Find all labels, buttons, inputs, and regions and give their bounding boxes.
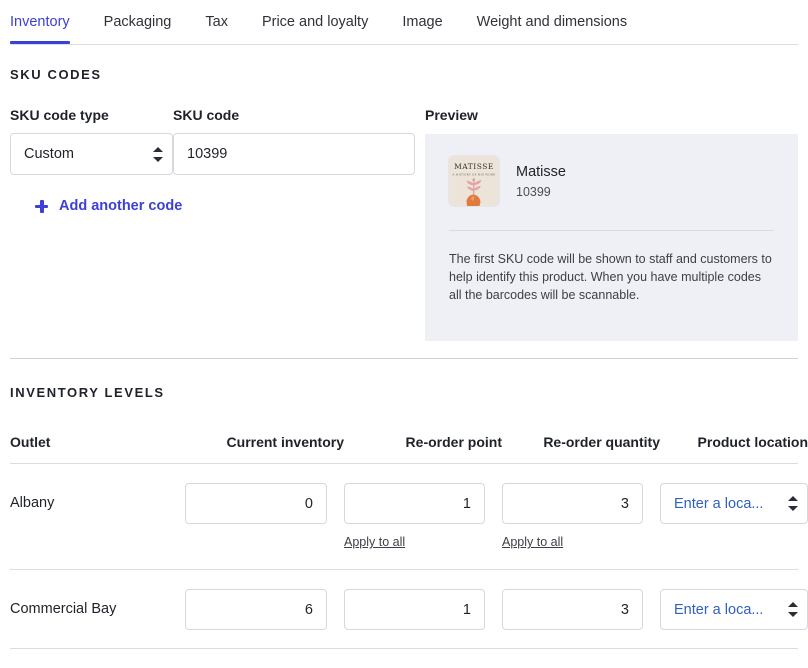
inventory-table: Outlet Current inventory Re-order point … bbox=[10, 433, 808, 649]
caret-down-icon bbox=[152, 156, 163, 162]
add-another-code-label: Add another code bbox=[59, 198, 183, 214]
sku-code-label: SKU code bbox=[173, 107, 240, 123]
tab-weight-and-dimensions[interactable]: Weight and dimensions bbox=[477, 0, 627, 44]
preview-panel: MATISSE A HISTORY OF HIS WORK Matisse 10… bbox=[425, 134, 798, 341]
row-product-location-cell: Enter a loca... bbox=[660, 589, 808, 630]
row-reorder-quantity-cell: Apply to all bbox=[502, 483, 660, 551]
tab-price-and-loyalty[interactable]: Price and loyalty bbox=[262, 0, 368, 44]
stepper-arrows-icon[interactable] bbox=[786, 602, 799, 617]
reorder-quantity-input[interactable] bbox=[502, 483, 643, 524]
table-row: Albany Apply to all Apply to all bbox=[10, 464, 808, 570]
product-sku-code: 10399 bbox=[516, 184, 551, 199]
product-thumbnail-image: MATISSE A HISTORY OF HIS WORK bbox=[449, 156, 499, 206]
stepper-arrows-icon[interactable] bbox=[151, 146, 164, 162]
sku-codes-form: SKU code type SKU code Custom Add anothe… bbox=[10, 106, 415, 341]
inventory-levels-heading: INVENTORY LEVELS bbox=[10, 385, 165, 400]
tab-packaging[interactable]: Packaging bbox=[104, 0, 172, 44]
table-row: Commercial Bay Enter a loca... bbox=[10, 570, 808, 649]
column-header-current-inventory: Current inventory bbox=[226, 434, 344, 450]
tab-inventory[interactable]: Inventory bbox=[10, 0, 70, 44]
inventory-levels-section: INVENTORY LEVELS Outlet Current inventor… bbox=[0, 359, 808, 649]
apply-to-all-reorder-point-link[interactable]: Apply to all bbox=[344, 535, 405, 550]
reorder-point-input[interactable] bbox=[344, 589, 485, 630]
inventory-table-header: Outlet Current inventory Re-order point … bbox=[10, 433, 808, 464]
stepper-arrows-icon[interactable] bbox=[786, 496, 799, 511]
preview-title: Preview bbox=[425, 107, 478, 123]
apply-to-all-reorder-quantity-link[interactable]: Apply to all bbox=[502, 535, 563, 550]
sku-codes-section: SKU CODES SKU code type SKU code Custom bbox=[0, 45, 808, 341]
plus-icon bbox=[35, 199, 48, 213]
row-reorder-point-cell: Apply to all bbox=[344, 483, 502, 551]
current-inventory-input[interactable] bbox=[185, 589, 327, 630]
sku-field-labels: SKU code type SKU code bbox=[10, 106, 415, 124]
sku-code-type-select[interactable]: Custom bbox=[10, 133, 173, 175]
product-location-placeholder: Enter a loca... bbox=[674, 495, 764, 512]
svg-text:A HISTORY OF HIS WORK: A HISTORY OF HIS WORK bbox=[452, 173, 497, 177]
preview-divider bbox=[449, 230, 774, 231]
column-header-reorder-quantity: Re-order quantity bbox=[543, 434, 660, 450]
tab-bar: Inventory Packaging Tax Price and loyalt… bbox=[0, 0, 808, 45]
outlet-name: Albany bbox=[10, 495, 55, 511]
caret-up-icon bbox=[787, 602, 798, 607]
preview-help-text: The first SKU code will be shown to staf… bbox=[449, 252, 772, 302]
apply-to-all-wrap: Apply to all bbox=[502, 524, 643, 551]
column-header-outlet: Outlet bbox=[10, 434, 51, 450]
column-header-reorder-point: Re-order point bbox=[405, 434, 502, 450]
product-meta: Matisse 10399 bbox=[516, 163, 566, 200]
caret-down-icon bbox=[787, 612, 798, 617]
row-reorder-quantity-cell bbox=[502, 589, 660, 630]
svg-text:MATISSE: MATISSE bbox=[454, 162, 494, 171]
row-product-location-cell: Enter a loca... bbox=[660, 483, 808, 550]
product-location-select[interactable]: Enter a loca... bbox=[660, 589, 808, 630]
sku-code-type-label: SKU code type bbox=[10, 107, 109, 123]
preview-product: MATISSE A HISTORY OF HIS WORK Matisse 10… bbox=[449, 156, 774, 206]
tab-tax[interactable]: Tax bbox=[205, 0, 228, 44]
row-reorder-point-cell bbox=[344, 589, 502, 630]
sku-code-type-value: Custom bbox=[24, 146, 74, 162]
caret-up-icon bbox=[152, 146, 163, 152]
current-inventory-input[interactable] bbox=[185, 483, 327, 524]
caret-up-icon bbox=[787, 496, 798, 501]
apply-to-all-wrap: Apply to all bbox=[344, 524, 485, 551]
outlet-name: Commercial Bay bbox=[10, 601, 117, 617]
row-outlet-cell: Albany bbox=[10, 483, 185, 512]
product-location-placeholder: Enter a loca... bbox=[674, 601, 764, 618]
caret-down-icon bbox=[787, 506, 798, 511]
row-current-inventory-cell bbox=[185, 483, 344, 550]
row-current-inventory-cell bbox=[185, 589, 344, 630]
sku-codes-body: SKU code type SKU code Custom Add anothe… bbox=[10, 106, 798, 341]
column-header-product-location: Product location bbox=[697, 434, 808, 450]
product-location-select[interactable]: Enter a loca... bbox=[660, 483, 808, 524]
product-name: Matisse bbox=[516, 163, 566, 180]
add-another-code-button[interactable]: Add another code bbox=[35, 198, 182, 214]
reorder-quantity-input[interactable] bbox=[502, 589, 643, 630]
sku-preview-area: Preview MATISSE A HISTORY OF HIS WORK Ma… bbox=[425, 106, 798, 341]
row-outlet-cell: Commercial Bay bbox=[10, 589, 185, 618]
sku-field-row: Custom bbox=[10, 133, 415, 175]
sku-code-input[interactable] bbox=[173, 133, 415, 175]
reorder-point-input[interactable] bbox=[344, 483, 485, 524]
tab-image[interactable]: Image bbox=[402, 0, 442, 44]
sku-codes-heading: SKU CODES bbox=[10, 67, 102, 82]
